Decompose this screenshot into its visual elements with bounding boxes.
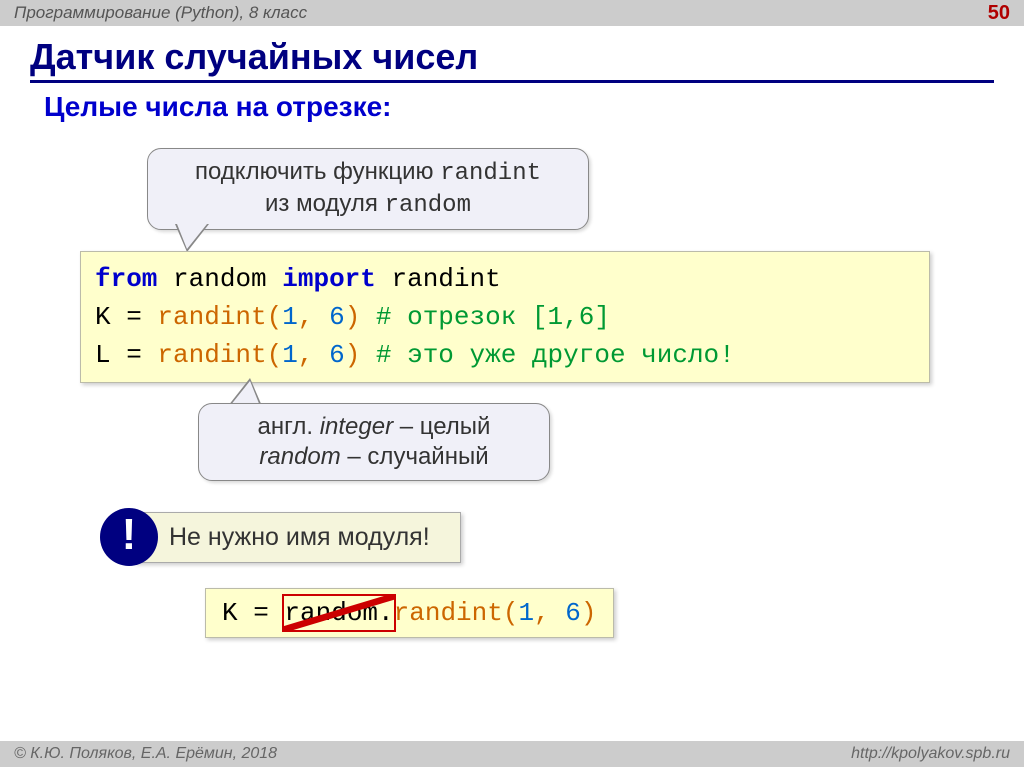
exclamation-icon: ! — [100, 508, 158, 566]
page-number: 50 — [988, 0, 1010, 26]
page-title: Датчик случайных чисел — [30, 36, 994, 83]
warning-row: ! Не нужно имя модуля! — [100, 508, 461, 566]
struck-module-prefix: random. — [284, 598, 393, 628]
course-label: Программирование (Python), 8 класс — [14, 0, 307, 26]
footer-url: http://kpolyakov.spb.ru — [851, 741, 1010, 767]
footer-bar: © К.Ю. Поляков, Е.А. Ерёмин, 2018 http:/… — [0, 741, 1024, 767]
warning-text: Не нужно имя модуля! — [134, 512, 461, 563]
code-block-main: from random import randint K = randint(1… — [80, 251, 930, 383]
callout-translation: англ. integer – целый random – случайный — [198, 403, 550, 481]
callout-import-hint: подключить функцию randint из модуля ran… — [147, 148, 589, 230]
section-subtitle: Целые числа на отрезке: — [44, 91, 1024, 123]
header-bar: Программирование (Python), 8 класс 50 — [0, 0, 1024, 26]
code-block-wrong: K = random.randint(1, 6) — [205, 588, 614, 638]
callout-tail — [177, 224, 207, 249]
copyright: © К.Ю. Поляков, Е.А. Ерёмин, 2018 — [14, 741, 277, 767]
